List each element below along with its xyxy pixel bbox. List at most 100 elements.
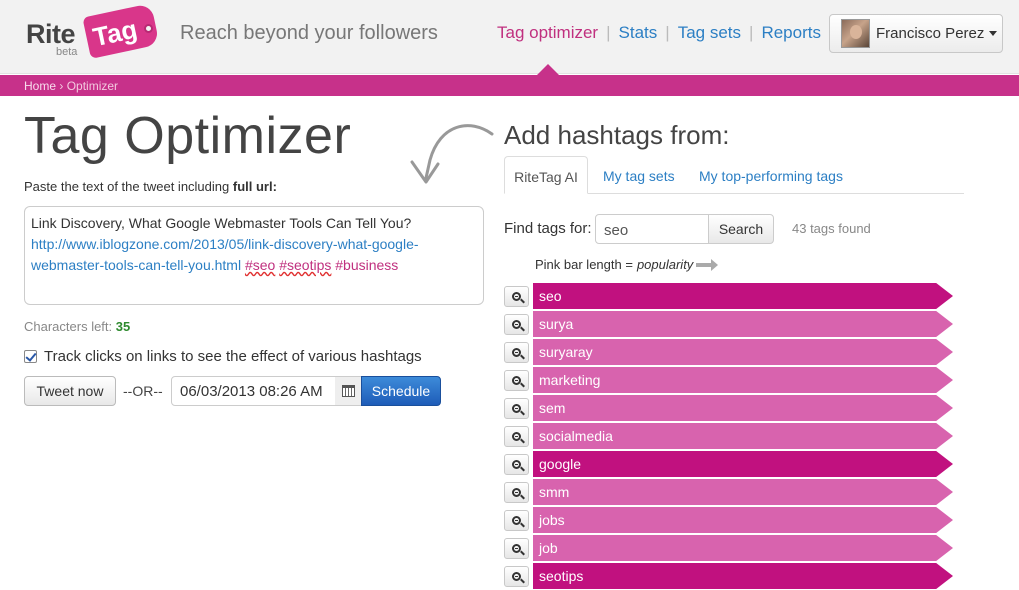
curved-arrow-icon	[410, 124, 494, 184]
magnifier-icon	[512, 516, 521, 525]
nav-separator: |	[606, 23, 611, 42]
hashtag-bar[interactable]: seotips	[533, 563, 953, 589]
hashtag-bar[interactable]: surya	[533, 311, 953, 337]
zoom-tag-button[interactable]	[504, 342, 529, 363]
tab-my-tag-sets[interactable]: My tag sets	[603, 156, 675, 194]
user-menu-button[interactable]: Francisco Perez	[829, 14, 1003, 53]
track-clicks-label: Track clicks on links to see the effect …	[44, 348, 422, 365]
hashtag-bar[interactable]: google	[533, 451, 953, 477]
characters-left-count: 35	[115, 319, 131, 334]
track-clicks-row: Track clicks on links to see the effect …	[24, 348, 422, 365]
tweet-hashtag: #business	[335, 257, 399, 273]
hashtag-bar[interactable]: sem	[533, 395, 953, 421]
top-header: Rite Tag beta Reach beyond your follower…	[0, 0, 1019, 74]
active-nav-pointer	[537, 64, 559, 75]
track-clicks-checkbox[interactable]	[24, 350, 37, 363]
paste-label-bold: full url:	[232, 179, 277, 194]
hashtag-row: seo	[504, 283, 964, 311]
find-tags-label: Find tags for:	[504, 220, 592, 237]
hashtag-bar[interactable]: job	[533, 535, 953, 561]
zoom-tag-button[interactable]	[504, 426, 529, 447]
zoom-tag-button[interactable]	[504, 482, 529, 503]
hashtag-bar[interactable]: suryaray	[533, 339, 953, 365]
tab-my-top-performing-tags[interactable]: My top-performing tags	[699, 156, 843, 194]
zoom-tag-button[interactable]	[504, 510, 529, 531]
legend-word: popularity	[636, 257, 694, 272]
tags-found-count: 43 tags found	[792, 221, 871, 236]
user-name: Francisco Perez	[876, 25, 985, 42]
hashtag-row: google	[504, 451, 964, 479]
magnifier-icon	[512, 292, 521, 301]
logo-tag-hole	[144, 24, 153, 33]
characters-left: Characters left: 35	[24, 319, 130, 334]
tweet-hashtag: #seo	[244, 257, 276, 273]
zoom-tag-button[interactable]	[504, 454, 529, 475]
characters-left-label: Characters left:	[24, 319, 113, 334]
zoom-tag-button[interactable]	[504, 370, 529, 391]
nav-tag-sets[interactable]: Tag sets	[678, 23, 741, 43]
main-nav: Tag optimizer | Stats | Tag sets | Repor…	[497, 23, 821, 43]
hashtag-row: sem	[504, 395, 964, 423]
ritetag-logo[interactable]: Rite Tag beta	[26, 3, 161, 60]
zoom-tag-button[interactable]	[504, 538, 529, 559]
legend-prefix: Pink bar length =	[535, 257, 633, 272]
magnifier-icon	[512, 488, 521, 497]
avatar	[841, 19, 870, 48]
paste-label: Paste the text of the tweet including fu…	[24, 179, 277, 194]
page-title: Tag Optimizer	[24, 107, 352, 165]
add-hashtags-title: Add hashtags from:	[504, 120, 730, 150]
breadcrumb-separator: ›	[59, 79, 64, 93]
hashtag-row: suryaray	[504, 339, 964, 367]
hashtag-list: seo surya suryaray marketing sem socialmedia g…	[504, 283, 964, 590]
nav-separator: |	[749, 23, 754, 42]
nav-tag-optimizer[interactable]: Tag optimizer	[497, 23, 598, 43]
hashtag-row: job	[504, 535, 964, 563]
or-separator: --OR--	[123, 383, 163, 399]
tweet-hashtag: #seotips	[279, 257, 332, 273]
calendar-icon	[341, 385, 355, 397]
magnifier-icon	[512, 544, 521, 553]
zoom-tag-button[interactable]	[504, 286, 529, 307]
popularity-legend: Pink bar length = popularity	[535, 257, 719, 272]
hashtag-row: seotips	[504, 563, 964, 590]
magnifier-icon	[512, 572, 521, 581]
breadcrumb: Home › Optimizer	[24, 79, 118, 93]
hashtag-source-tabs: RiteTag AI My tag sets My top-performing…	[504, 156, 964, 194]
hashtag-bar[interactable]: jobs	[533, 507, 953, 533]
zoom-tag-button[interactable]	[504, 566, 529, 587]
tweet-text: Link Discovery, What Google Webmaster To…	[31, 215, 412, 231]
calendar-button[interactable]	[335, 376, 362, 406]
tab-ritetag-ai[interactable]: RiteTag AI	[504, 156, 588, 194]
hashtag-row: jobs	[504, 507, 964, 535]
arrow-right-icon	[696, 258, 719, 271]
nav-separator: |	[665, 23, 670, 42]
paste-label-text: Paste the text of the tweet including	[24, 179, 230, 194]
schedule-button[interactable]: Schedule	[361, 376, 441, 406]
zoom-tag-button[interactable]	[504, 398, 529, 419]
tweet-textarea[interactable]: Link Discovery, What Google Webmaster To…	[24, 206, 484, 305]
search-button[interactable]: Search	[708, 214, 774, 244]
hashtag-bar[interactable]: smm	[533, 479, 953, 505]
magnifier-icon	[512, 460, 521, 469]
hashtag-bar[interactable]: socialmedia	[533, 423, 953, 449]
magnifier-icon	[512, 404, 521, 413]
nav-stats[interactable]: Stats	[619, 23, 658, 43]
tag-search-input[interactable]: seo	[595, 214, 709, 244]
zoom-tag-button[interactable]	[504, 314, 529, 335]
magnifier-icon	[512, 348, 521, 357]
hashtag-row: socialmedia	[504, 423, 964, 451]
caret-down-icon	[989, 31, 998, 36]
nav-reports[interactable]: Reports	[761, 23, 821, 43]
hashtag-bar[interactable]: seo	[533, 283, 953, 309]
logo-beta-label: beta	[56, 46, 78, 58]
tagline: Reach beyond your followers	[180, 22, 438, 44]
magnifier-icon	[512, 320, 521, 329]
tweet-now-button[interactable]: Tweet now	[24, 376, 116, 406]
hashtag-row: surya	[504, 311, 964, 339]
magnifier-icon	[512, 376, 521, 385]
hashtag-row: smm	[504, 479, 964, 507]
breadcrumb-home[interactable]: Home	[24, 79, 56, 93]
schedule-datetime-input[interactable]: 06/03/2013 08:26 AM	[171, 376, 336, 406]
breadcrumb-bar: Home › Optimizer	[0, 75, 1019, 96]
hashtag-bar[interactable]: marketing	[533, 367, 953, 393]
